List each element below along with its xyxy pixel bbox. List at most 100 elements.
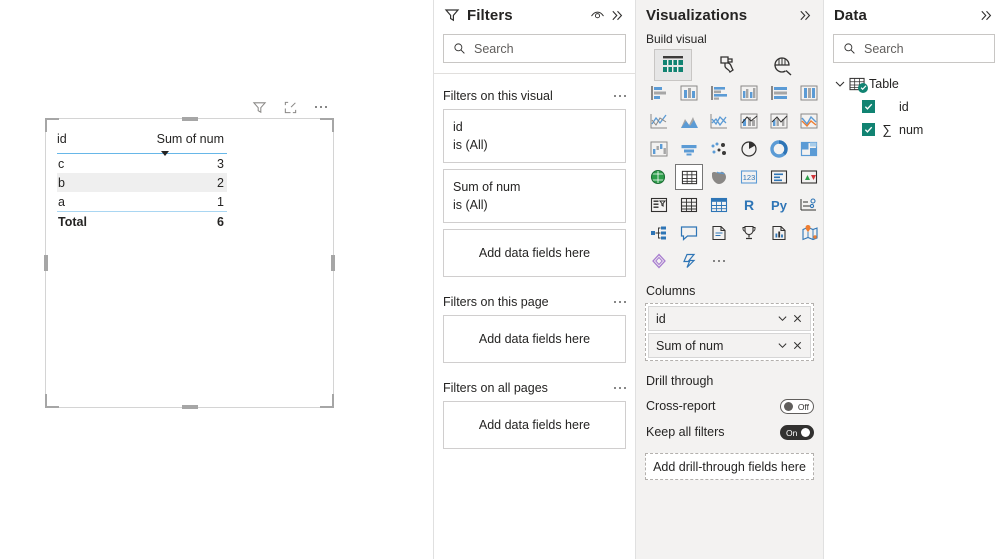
data-search-input[interactable]: Search xyxy=(833,34,995,63)
paginated-report-icon[interactable] xyxy=(765,220,793,246)
filter-card[interactable]: id is (All) xyxy=(443,109,626,163)
filter-card[interactable]: Sum of num is (All) xyxy=(443,169,626,223)
filters-page-dropzone[interactable]: Add data fields here xyxy=(443,315,626,363)
chevron-double-right-icon[interactable] xyxy=(976,5,996,25)
filled-map-icon[interactable] xyxy=(705,164,733,190)
checkbox-checked-icon[interactable] xyxy=(862,123,875,136)
filters-visual-dropzone[interactable]: Add data fields here xyxy=(443,229,626,277)
resize-handle-bottom-right[interactable] xyxy=(320,394,334,408)
columns-field-wells[interactable]: id Sum of num xyxy=(645,303,814,361)
column-header-sum-of-num[interactable]: Sum of num xyxy=(103,130,227,156)
area-chart-icon[interactable] xyxy=(675,108,703,134)
metrics-trophy-icon[interactable] xyxy=(735,220,763,246)
table-visual[interactable]: id Sum of num c 3 b 2 a 1 Total 6 xyxy=(57,130,227,232)
line-chart-icon[interactable] xyxy=(645,108,673,134)
resize-handle-right[interactable] xyxy=(331,255,335,271)
stacked-column-chart-icon[interactable] xyxy=(675,80,703,106)
field-well-id[interactable]: id xyxy=(648,306,811,331)
smart-narrative-icon[interactable] xyxy=(705,220,733,246)
report-canvas[interactable]: id Sum of num c 3 b 2 a 1 Total 6 xyxy=(0,0,433,559)
cross-report-toggle[interactable]: Off xyxy=(780,398,814,414)
more-options-icon[interactable] xyxy=(613,94,626,98)
powerapps-visual-icon[interactable] xyxy=(645,248,673,274)
funnel-chart-icon[interactable] xyxy=(675,136,703,162)
scatter-chart-icon[interactable] xyxy=(705,136,733,162)
chevron-double-right-icon[interactable] xyxy=(795,5,815,25)
more-options-icon[interactable] xyxy=(613,386,626,390)
key-influencers-icon[interactable] xyxy=(795,192,823,218)
chevron-down-icon[interactable] xyxy=(775,338,790,353)
drill-through-dropzone[interactable]: Add drill-through fields here xyxy=(645,453,814,480)
power-automate-visual-icon[interactable] xyxy=(675,248,703,274)
filters-all-pages-dropzone[interactable]: Add data fields here xyxy=(443,401,626,449)
build-visual-icon[interactable] xyxy=(653,49,692,81)
map-icon[interactable] xyxy=(645,164,673,190)
svg-text:Py: Py xyxy=(771,198,788,213)
table-row[interactable]: b 2 xyxy=(57,173,227,192)
keep-all-filters-toggle[interactable]: On xyxy=(780,424,814,440)
more-options-icon[interactable] xyxy=(312,98,330,116)
cross-report-row: Cross-report Off xyxy=(636,393,823,419)
filters-on-this-page-group: Filters on this page Add data fields her… xyxy=(434,289,635,363)
analytics-tab[interactable] xyxy=(755,50,810,80)
column-header-id[interactable]: id xyxy=(57,130,103,152)
qna-icon[interactable] xyxy=(675,220,703,246)
more-visuals-icon[interactable] xyxy=(705,248,733,274)
filters-on-this-page-title: Filters on this page xyxy=(443,295,549,309)
treemap-icon[interactable] xyxy=(795,136,823,162)
data-table-node[interactable]: Table xyxy=(834,73,996,95)
stacked-bar-chart-icon[interactable] xyxy=(645,80,673,106)
ribbon-chart-icon[interactable] xyxy=(795,108,823,134)
table-row[interactable]: a 1 xyxy=(57,192,227,211)
table-visual-icon[interactable] xyxy=(675,164,703,190)
resize-handle-bottom[interactable] xyxy=(181,405,198,409)
azure-map-icon[interactable] xyxy=(795,220,823,246)
close-icon[interactable] xyxy=(790,338,805,353)
matrix-icon[interactable] xyxy=(675,192,703,218)
focus-mode-icon[interactable] xyxy=(281,98,299,116)
build-visual-tab[interactable] xyxy=(645,49,700,81)
field-well-sum-of-num[interactable]: Sum of num xyxy=(648,333,811,358)
visual-header-toolbar xyxy=(250,98,330,116)
close-icon[interactable] xyxy=(790,311,805,326)
python-visual-icon[interactable]: Py xyxy=(765,192,793,218)
data-field-num[interactable]: ∑ num xyxy=(834,118,996,141)
visualizations-pane-header: Visualizations xyxy=(636,0,823,30)
clustered-bar-chart-icon[interactable] xyxy=(705,80,733,106)
decomposition-tree-icon[interactable] xyxy=(645,220,673,246)
resize-handle-top[interactable] xyxy=(181,117,198,121)
checkbox-checked-icon[interactable] xyxy=(862,100,875,113)
waterfall-chart-icon[interactable] xyxy=(645,136,673,162)
data-field-id[interactable]: id xyxy=(834,95,996,118)
kpi-icon[interactable] xyxy=(795,164,823,190)
card-number-icon[interactable]: 123 xyxy=(735,164,763,190)
line-and-clustered-column-chart-icon[interactable] xyxy=(765,108,793,134)
filter-card-condition: is (All) xyxy=(453,198,488,212)
resize-handle-bottom-left[interactable] xyxy=(45,394,59,408)
chevron-expanded-icon[interactable] xyxy=(834,78,846,90)
r-script-visual-icon[interactable]: R xyxy=(735,192,763,218)
100-stacked-column-chart-icon[interactable] xyxy=(795,80,823,106)
table-visual-container[interactable]: id Sum of num c 3 b 2 a 1 Total 6 xyxy=(44,117,335,409)
clustered-column-chart-icon[interactable] xyxy=(735,80,763,106)
eye-icon[interactable] xyxy=(587,5,607,25)
chevron-double-right-icon[interactable] xyxy=(607,5,627,25)
filter-icon[interactable] xyxy=(250,98,268,116)
multi-row-card-icon[interactable] xyxy=(765,164,793,190)
donut-chart-icon[interactable] xyxy=(765,136,793,162)
matrix-blue-icon[interactable] xyxy=(705,192,733,218)
format-visual-tab[interactable] xyxy=(700,50,755,80)
resize-handle-top-right[interactable] xyxy=(320,118,334,132)
slicer-icon[interactable] xyxy=(645,192,673,218)
table-row[interactable]: c 3 xyxy=(57,154,227,173)
more-options-icon[interactable] xyxy=(613,300,626,304)
chevron-down-icon[interactable] xyxy=(775,311,790,326)
filters-on-all-pages-group: Filters on all pages Add data fields her… xyxy=(434,375,635,449)
pie-chart-icon[interactable] xyxy=(735,136,763,162)
filters-search-input[interactable]: Search xyxy=(443,34,626,63)
field-well-name: id xyxy=(656,311,666,326)
resize-handle-left[interactable] xyxy=(44,255,48,271)
100-stacked-bar-chart-icon[interactable] xyxy=(765,80,793,106)
line-and-stacked-column-chart-icon[interactable] xyxy=(735,108,763,134)
stacked-area-chart-icon[interactable] xyxy=(705,108,733,134)
